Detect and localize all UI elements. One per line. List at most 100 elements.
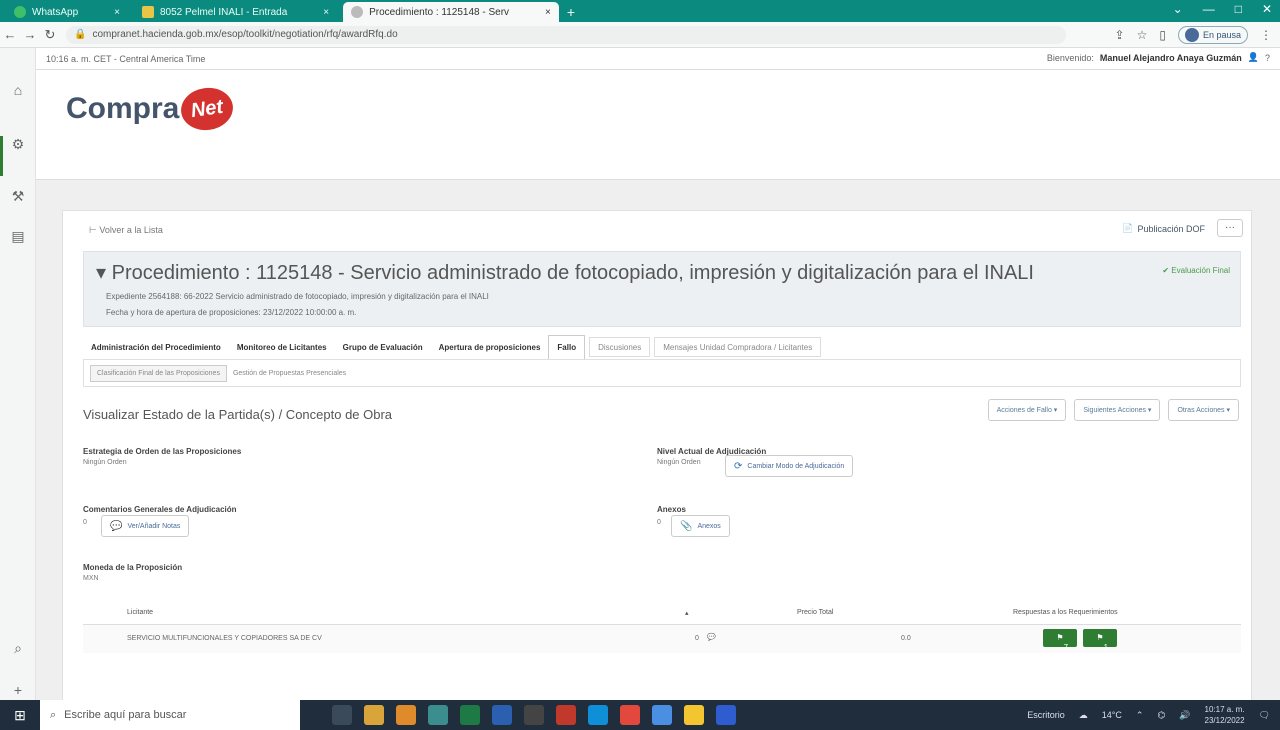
reload-icon[interactable]: ↻: [40, 27, 60, 43]
moneda-value: MXN: [83, 575, 99, 582]
user-icon[interactable]: 👤: [1248, 52, 1259, 63]
browser-icon[interactable]: [588, 705, 608, 725]
forward-arrow-icon[interactable]: →: [20, 27, 40, 42]
licitante-name[interactable]: SERVICIO MULTIFUNCIONALES Y COPIADORES S…: [127, 635, 322, 642]
help-icon[interactable]: ?: [1265, 53, 1270, 63]
taskbar-clock[interactable]: 10:17 a. m. 23/12/2022: [1205, 704, 1245, 726]
chevron-up-icon[interactable]: ⌃: [1136, 710, 1144, 721]
outlook-icon[interactable]: [396, 705, 416, 725]
temperature[interactable]: 14°C: [1102, 710, 1122, 720]
tab-discusiones[interactable]: Discusiones: [589, 337, 651, 357]
tab-administracion[interactable]: Administración del Procedimiento: [83, 343, 229, 352]
anexos-button[interactable]: 📎 Anexos: [671, 515, 730, 537]
volume-icon[interactable]: 🔊: [1179, 710, 1190, 721]
button-label: Cambiar Modo de Adjudicación: [747, 462, 845, 470]
comentarios-count: 0: [83, 519, 87, 526]
close-icon[interactable]: ×: [545, 7, 551, 18]
subtab-clasificacion[interactable]: Clasificación Final de las Proposiciones: [90, 364, 227, 382]
clock-date: 23/12/2022: [1204, 716, 1245, 725]
minimize-icon[interactable]: —: [1203, 2, 1215, 16]
tab-monitoreo[interactable]: Monitoreo de Licitantes: [229, 343, 335, 352]
tab-apertura[interactable]: Apertura de proposiciones: [431, 343, 549, 352]
col-precio-total[interactable]: Precio Total: [797, 609, 833, 616]
chevron-down-icon[interactable]: ⌄: [1173, 2, 1183, 16]
sidepanel-icon[interactable]: ▯: [1159, 28, 1166, 42]
col-respuestas[interactable]: Respuestas a los Requerimientos: [1013, 609, 1118, 616]
documents-icon[interactable]: ▤: [10, 228, 26, 244]
plus-icon[interactable]: +: [10, 682, 26, 698]
more-options-button[interactable]: ···: [1217, 219, 1243, 237]
app-icon[interactable]: [684, 705, 704, 725]
tray-app-label[interactable]: Escritorio: [1027, 710, 1065, 720]
publicacion-dof-link[interactable]: 📄 Publicación DOF: [1122, 223, 1205, 234]
cambiar-modo-button[interactable]: ⟳ Cambiar Modo de Adjudicación: [725, 455, 854, 477]
status-label: Evaluación Final: [1171, 266, 1230, 275]
welcome-area: Bienvenido: Manuel Alejandro Anaya Guzmá…: [1047, 52, 1270, 63]
url-input[interactable]: 🔒 compranet.hacienda.gob.mx/esop/toolkit…: [66, 25, 1066, 44]
app-icon[interactable]: [524, 705, 544, 725]
col-licitante[interactable]: Licitante: [127, 609, 153, 616]
subtab-gestion[interactable]: Gestión de Propuestas Presenciales: [233, 370, 346, 377]
logo-net: Net: [178, 84, 237, 134]
user-name[interactable]: Manuel Alejandro Anaya Guzmán: [1100, 53, 1242, 63]
notifications-icon[interactable]: 🗨: [1259, 710, 1270, 721]
button-label: Anexos: [697, 522, 721, 530]
tab-procedimiento[interactable]: Procedimiento : 1125148 - Serv ×: [343, 2, 559, 22]
tab-fallo[interactable]: Fallo: [548, 335, 586, 359]
new-tab-button[interactable]: +: [567, 4, 575, 20]
paperclip-icon: 📎: [680, 520, 693, 532]
close-icon[interactable]: ×: [323, 7, 329, 18]
tab-mail[interactable]: 8052 Pelmel INALI - Entrada ×: [134, 2, 337, 22]
welcome-label: Bienvenido:: [1046, 52, 1094, 63]
back-arrow-icon[interactable]: ←: [0, 27, 20, 42]
edge-icon[interactable]: [428, 705, 448, 725]
tab-mensajes[interactable]: Mensajes Unidad Compradora / Licitantes: [654, 337, 822, 357]
menu-icon[interactable]: ⋮: [1260, 28, 1272, 42]
comment-icon: 💬: [110, 520, 123, 532]
procedure-card: ⊢ Volver a la Lista 📄 Publicación DOF ··…: [62, 210, 1252, 700]
app-icon[interactable]: [716, 705, 736, 725]
taskbar-apps: [332, 705, 736, 725]
windows-start-icon[interactable]: ⊞: [0, 700, 40, 730]
taskbar-search[interactable]: ⌕ Escribe aquí para buscar: [40, 700, 300, 730]
share-icon[interactable]: ⇪: [1115, 28, 1125, 42]
requirements-button-1[interactable]: ⚑ 7: [1043, 629, 1077, 652]
anexos-label: Anexos: [657, 505, 686, 514]
weather-icon: ☁: [1078, 709, 1088, 720]
tab-whatsapp[interactable]: WhatsApp ×: [6, 2, 128, 22]
acciones-fallo-button[interactable]: Acciones de Fallo ▾: [987, 399, 1067, 421]
powerpoint-icon[interactable]: [556, 705, 576, 725]
app-icon[interactable]: [620, 705, 640, 725]
tab-grupo-evaluacion[interactable]: Grupo de Evaluación: [335, 343, 431, 352]
search-icon: ⌕: [50, 708, 57, 721]
back-to-list-link[interactable]: ⊢ Volver a la Lista: [89, 225, 163, 236]
home-icon[interactable]: ⌂: [10, 82, 26, 98]
whatsapp-icon: [14, 6, 26, 18]
expediente-text: Expediente 2564188: 66-2022 Servicio adm…: [106, 292, 489, 301]
file-explorer-icon[interactable]: [364, 705, 384, 725]
chrome-icon[interactable]: [652, 705, 672, 725]
comment-icon[interactable]: 💬: [707, 633, 716, 641]
profile-button[interactable]: En pausa: [1177, 25, 1248, 44]
task-view-icon[interactable]: [332, 705, 352, 725]
button-label: Ver/Añadir Notas: [127, 522, 181, 530]
ver-notas-button[interactable]: 💬 Ver/Añadir Notas: [101, 515, 190, 537]
nivel-value: Ningún Orden: [657, 459, 701, 466]
siguientes-acciones-button[interactable]: Siguientes Acciones ▾: [1074, 399, 1161, 421]
close-icon[interactable]: ×: [114, 7, 120, 18]
star-icon[interactable]: ☆: [1137, 28, 1148, 42]
word-icon[interactable]: [492, 705, 512, 725]
network-icon[interactable]: ⌬: [1157, 710, 1165, 721]
requirements-button-2[interactable]: ⚑ 1: [1083, 629, 1117, 652]
otras-acciones-button[interactable]: Otras Acciones ▾: [1168, 399, 1239, 421]
tools-icon[interactable]: ⚒: [10, 188, 26, 204]
sort-icon[interactable]: ▴: [685, 609, 689, 617]
maximize-icon[interactable]: □: [1235, 2, 1242, 16]
procedures-icon[interactable]: ⚙: [10, 136, 26, 152]
excel-icon[interactable]: [460, 705, 480, 725]
licitantes-table: Licitante ▴ Precio Total Respuestas a lo…: [83, 601, 1241, 653]
compranet-logo[interactable]: Compra Net: [66, 84, 237, 134]
address-bar: ← → ↻ 🔒 compranet.hacienda.gob.mx/esop/t…: [0, 22, 1280, 48]
search-icon[interactable]: ⌕: [10, 640, 26, 656]
close-icon[interactable]: ✕: [1262, 2, 1272, 16]
